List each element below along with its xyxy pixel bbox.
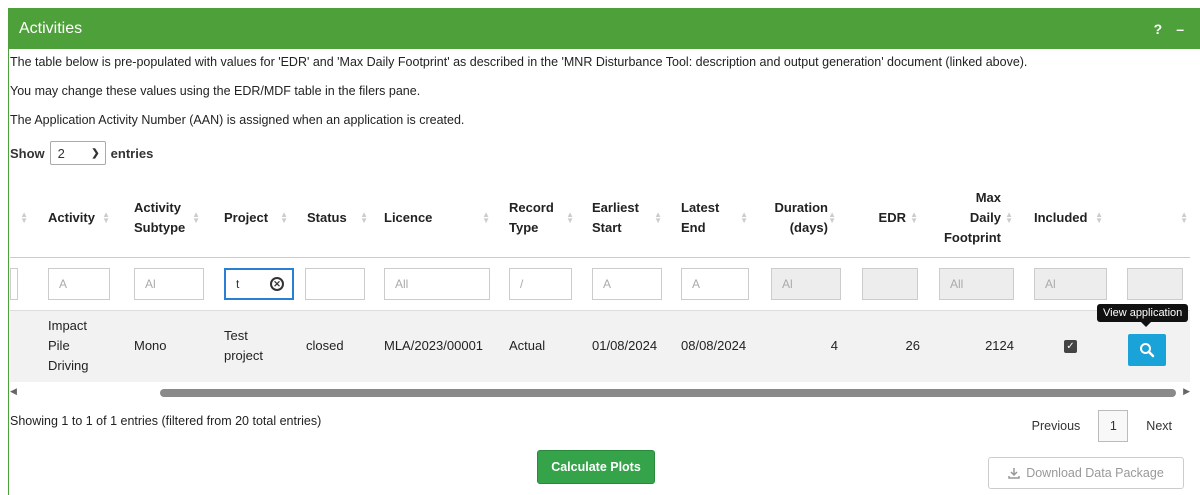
panel-title: Activities [19,20,83,37]
header-activity-subtype[interactable]: Activity Subtype ▲ ▼ [112,178,202,258]
panel-header: Activities ? – [9,9,1200,49]
cell-licence: MLA/2023/00001 [384,338,484,353]
header-divider [10,257,1190,258]
cell-status: closed [306,338,344,353]
sort-icon: ▲ ▼ [1095,210,1103,225]
header-latest-end[interactable]: Latest End ▲ ▼ [664,178,750,258]
entries-select[interactable]: 2 ❯ [49,141,106,165]
header-record-type[interactable]: Record Type ▲ ▼ [492,178,576,258]
header-activity[interactable]: Activity ▲ ▼ [30,178,112,258]
header-licence[interactable]: Licence ▲ ▼ [370,178,492,258]
calculate-plots-button[interactable]: Calculate Plots [537,450,655,484]
download-data-package-button[interactable]: Download Data Package [988,457,1184,489]
filter-first[interactable] [10,268,18,300]
header-actions[interactable]: ▲ ▼ [1105,178,1190,258]
search-icon [1140,343,1155,358]
help-icon[interactable]: ? [1154,21,1163,37]
entries-label: entries [110,145,154,161]
entries-select-value: 2 [57,145,65,161]
cell-activity: Impact Pile Driving [48,318,89,373]
header-duration[interactable]: Duration (days) ▲ ▼ [750,178,838,258]
horizontal-scrollbar[interactable]: ◀ ▶ [10,386,1190,398]
sort-icon: ▲ ▼ [566,210,574,225]
download-label: Download Data Package [1026,466,1164,480]
filter-included: Al [1034,268,1107,300]
filter-earliest-start[interactable]: A [592,268,662,300]
description-line-2: You may change these values using the ED… [10,84,421,98]
cell-included: ✓ [1064,310,1084,382]
scrollbar-thumb[interactable] [160,389,1176,397]
filter-licence[interactable]: All [384,268,490,300]
show-label: Show [10,145,45,161]
header-included[interactable]: Included ▲ ▼ [1015,178,1105,258]
sort-icon: ▲ ▼ [360,210,368,225]
filter-edr [862,268,918,300]
cell-record-type: Actual [509,338,546,353]
activities-table: ▲ ▼ Activity ▲ ▼ Activity Subtype ▲ ▼ Projec… [10,178,1190,398]
clear-icon[interactable]: ✕ [270,277,284,291]
filter-status[interactable] [305,268,365,300]
header-max-daily-footprint[interactable]: Max Daily Footprint ▲ ▼ [920,178,1015,258]
next-button[interactable]: Next [1138,419,1180,433]
description-line-1: The table below is pre-populated with va… [10,55,1028,69]
sort-icon: ▲ ▼ [192,210,200,225]
filter-project[interactable]: t ✕ [224,268,294,300]
header-earliest-start[interactable]: Earliest Start ▲ ▼ [576,178,664,258]
sort-icon: ▲ ▼ [280,210,288,225]
description-line-3: The Application Activity Number (AAN) is… [10,113,465,127]
included-checkbox-icon: ✓ [1064,339,1077,353]
scroll-right-icon[interactable]: ▶ [1183,386,1190,397]
table-info: Showing 1 to 1 of 1 entries (filtered fr… [10,414,322,428]
cell-edr: 26 [905,338,920,353]
view-application-button[interactable] [1128,334,1166,366]
scroll-left-icon[interactable]: ◀ [10,386,17,397]
cell-max-daily: 2124 [985,338,1014,353]
view-application-tooltip: View application [1097,304,1189,327]
filter-last [1127,268,1183,300]
sort-icon: ▲ ▼ [20,210,28,225]
collapse-icon[interactable]: – [1176,21,1184,37]
cell-earliest-start: 01/08/2024 [592,338,658,353]
filter-latest-end[interactable]: A [681,268,749,300]
filter-subtype[interactable]: Al [134,268,204,300]
page-1-button[interactable]: 1 [1098,410,1129,442]
chevron-down-icon: ❯ [91,147,100,159]
sort-icon: ▲ ▼ [102,210,110,225]
header-status[interactable]: Status ▲ ▼ [290,178,370,258]
sort-icon: ▲ ▼ [828,210,836,225]
sort-icon: ▲ ▼ [740,210,748,225]
previous-button[interactable]: Previous [1024,419,1089,433]
filter-duration: Al [771,268,841,300]
sort-icon: ▲ ▼ [1180,210,1188,225]
header-edr[interactable]: EDR ▲ ▼ [838,178,920,258]
length-menu: Show 2 ❯ entries [10,141,153,165]
filter-record-type[interactable]: / [509,268,572,300]
cell-project: Test project [224,328,264,363]
sort-icon: ▲ ▼ [482,210,490,225]
download-icon [1008,468,1020,479]
filter-max-daily: All [939,268,1014,300]
sort-icon: ▲ ▼ [654,210,662,225]
header-first[interactable]: ▲ ▼ [10,178,30,258]
sort-icon: ▲ ▼ [1005,210,1013,225]
sort-icon: ▲ ▼ [910,210,918,225]
pagination: Previous 1 Next [1024,410,1180,442]
filter-activity[interactable]: A [48,268,110,300]
header-tools: ? – [1154,21,1190,37]
cell-latest-end: 08/08/2024 [681,338,747,353]
cell-duration: 4 [830,338,838,353]
cell-subtype: Mono [134,338,167,353]
filter-project-value: t [236,277,240,291]
header-project[interactable]: Project ▲ ▼ [202,178,290,258]
